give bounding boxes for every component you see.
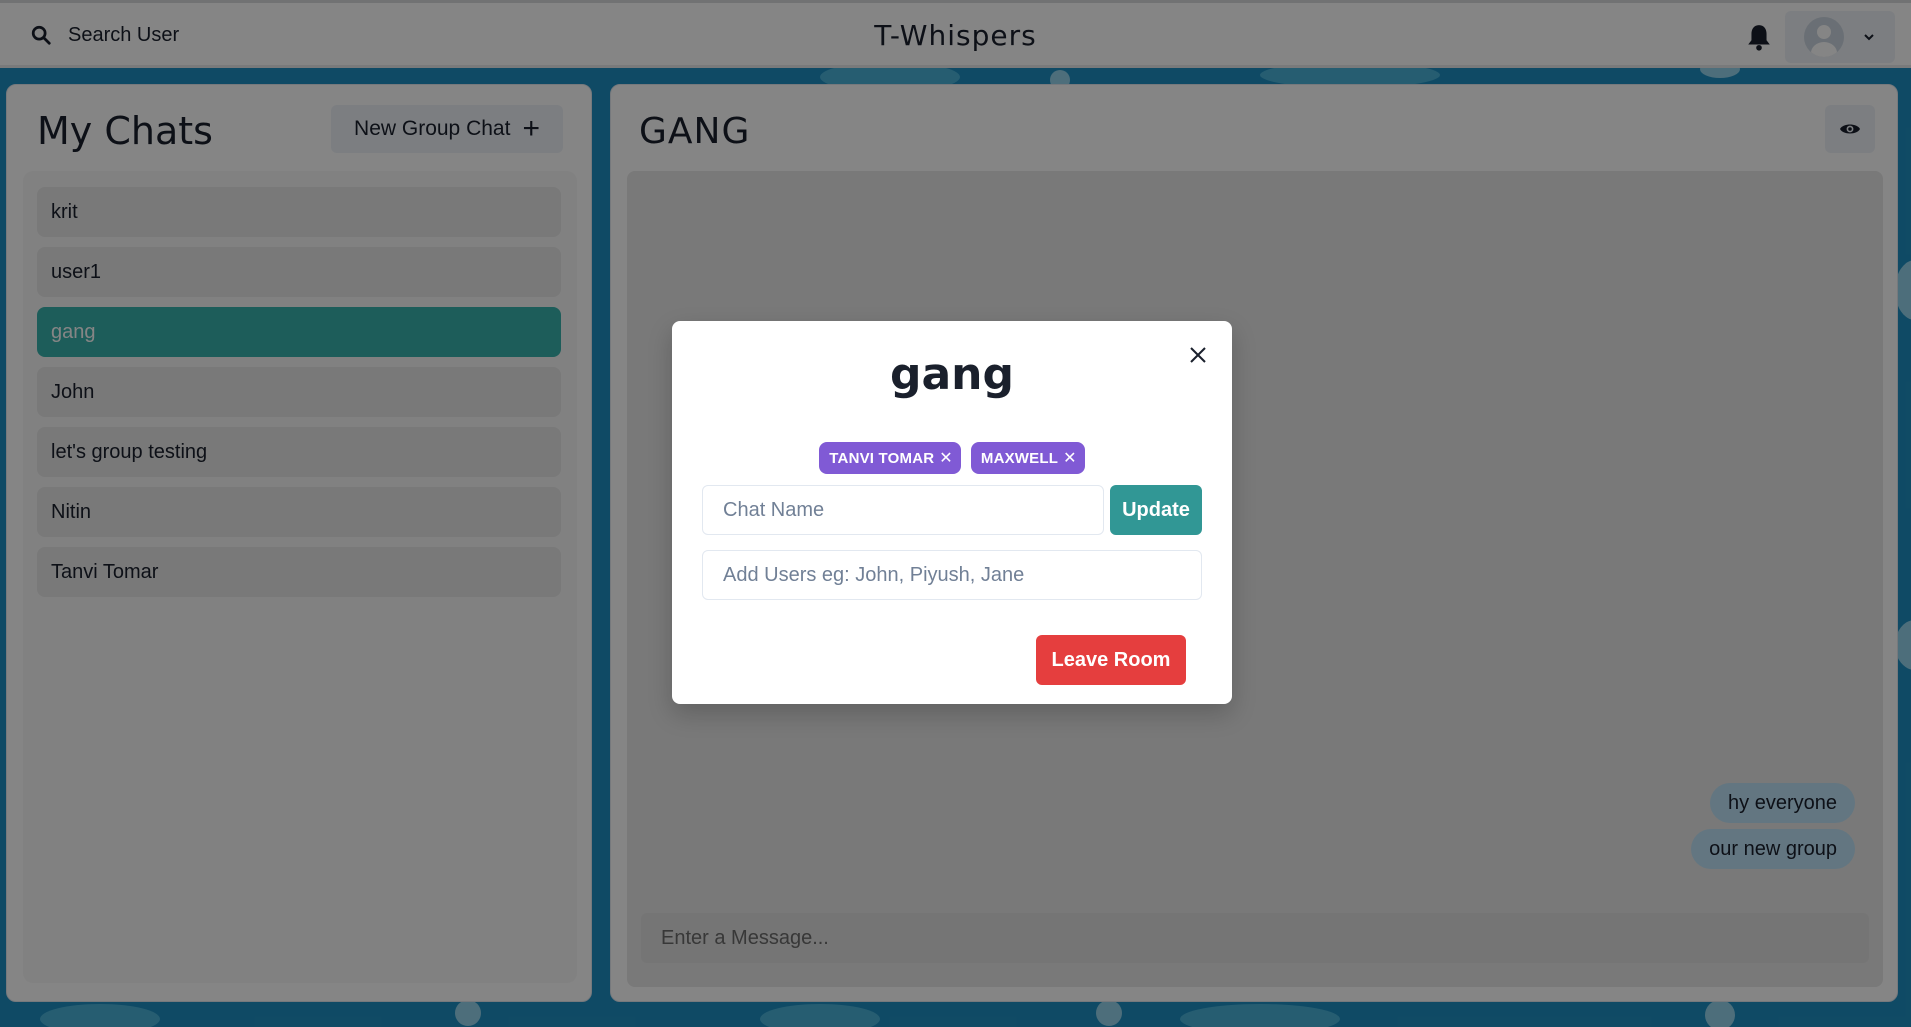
modal-title: gang [889,349,1014,400]
member-badge-label: TANVI TOMAR [829,449,935,467]
remove-member-icon[interactable]: ✕ [939,448,953,468]
member-badge[interactable]: MAXWELL ✕ [970,442,1085,474]
add-users-input[interactable] [702,550,1202,600]
close-icon [1190,347,1206,363]
app-root: Search User T-Whispers My Chats New Grou… [0,0,1911,1027]
member-badge-label: MAXWELL [980,449,1059,467]
modal-close-button[interactable] [1182,339,1214,371]
chat-name-input[interactable] [702,485,1104,535]
leave-room-button[interactable]: Leave Room [1036,635,1186,685]
remove-member-icon[interactable]: ✕ [1063,448,1077,468]
member-badge[interactable]: TANVI TOMAR ✕ [819,442,961,474]
update-button[interactable]: Update [1110,485,1202,535]
member-badges: TANVI TOMAR ✕ MAXWELL ✕ [672,442,1232,474]
group-settings-modal: gang TANVI TOMAR ✕ MAXWELL ✕ Update Leav… [672,321,1232,704]
